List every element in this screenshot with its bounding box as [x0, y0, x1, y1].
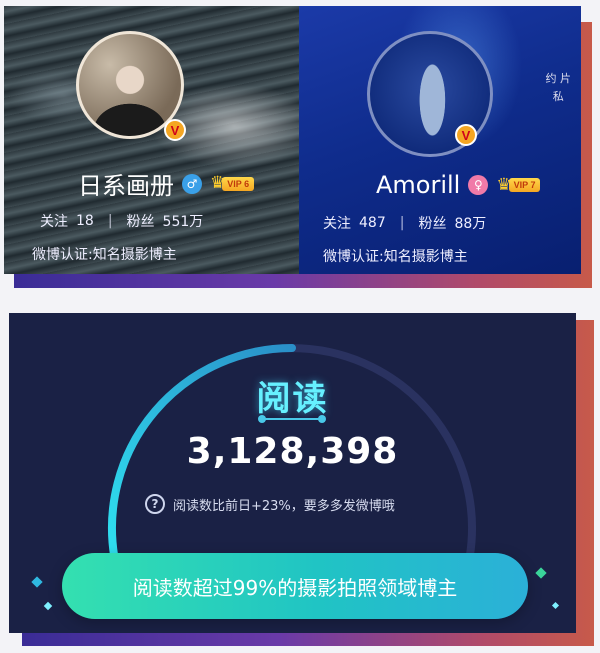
reads-title: 阅读	[256, 379, 329, 419]
reads-hint: ? 阅读数比前日+23%，要多多发微博哦	[145, 494, 395, 514]
stats-divider: |	[399, 215, 405, 231]
vip-badge[interactable]: ♛ VIP 7	[496, 176, 541, 194]
side-caption: 约 片 私	[546, 70, 572, 106]
name-row: Amorill ♀ ♛ VIP 7	[376, 171, 541, 199]
verified-badge-icon: V	[455, 124, 477, 146]
vip-level-label: VIP 7	[508, 178, 541, 192]
reading-stats-panel: 阅读 3,128,398 ? 阅读数比前日+23%，要多多发微博哦 阅读数超过9…	[9, 313, 576, 633]
ranking-banner-label: 阅读数超过99%的摄影拍照领域博主	[132, 575, 458, 600]
help-icon[interactable]: ?	[145, 494, 165, 514]
verification-text: 微博认证:知名摄影博主	[32, 247, 177, 263]
side-caption-line: 私	[552, 90, 564, 103]
followers-count[interactable]: 551万	[163, 211, 204, 231]
name-row: 日系画册 ♂ ♛ VIP 6	[78, 166, 255, 201]
profile-stats: 关注 487 | 粉丝 88万	[323, 213, 486, 233]
vip-level-label: VIP 6	[222, 176, 255, 191]
following-count[interactable]: 18	[76, 213, 94, 229]
stats-divider: |	[107, 213, 113, 229]
vip-badge[interactable]: ♛ VIP 6	[210, 175, 255, 192]
profile-card-amorill[interactable]: V Amorill ♀ ♛ VIP 7 关注 487 | 粉丝 88万 微博认证…	[299, 6, 581, 274]
male-gender-icon: ♂	[182, 173, 202, 194]
following-count[interactable]: 487	[359, 215, 386, 231]
verification-text: 微博认证:知名摄影博主	[323, 249, 468, 265]
reads-count: 3,128,398	[186, 431, 399, 472]
username[interactable]: Amorill	[376, 171, 460, 199]
following-label[interactable]: 关注	[323, 213, 351, 233]
title-underline	[258, 415, 326, 423]
female-gender-icon: ♀	[468, 175, 489, 195]
profile-stats: 关注 18 | 粉丝 551万	[40, 211, 203, 231]
followers-label[interactable]: 粉丝	[127, 211, 155, 231]
side-caption-line: 约 片	[545, 72, 572, 85]
followers-label[interactable]: 粉丝	[418, 213, 446, 233]
username[interactable]: 日系画册	[78, 166, 174, 201]
following-label[interactable]: 关注	[40, 211, 68, 231]
verified-badge-icon: V	[164, 119, 186, 141]
profile-card-ribenhuace[interactable]: V 日系画册 ♂ ♛ VIP 6 关注 18 | 粉丝 551万 微博认证:知名…	[4, 6, 299, 274]
followers-count[interactable]: 88万	[454, 213, 486, 233]
reads-hint-text: 阅读数比前日+23%，要多多发微博哦	[173, 498, 395, 514]
ranking-banner-button[interactable]: 阅读数超过99%的摄影拍照领域博主	[62, 553, 528, 619]
